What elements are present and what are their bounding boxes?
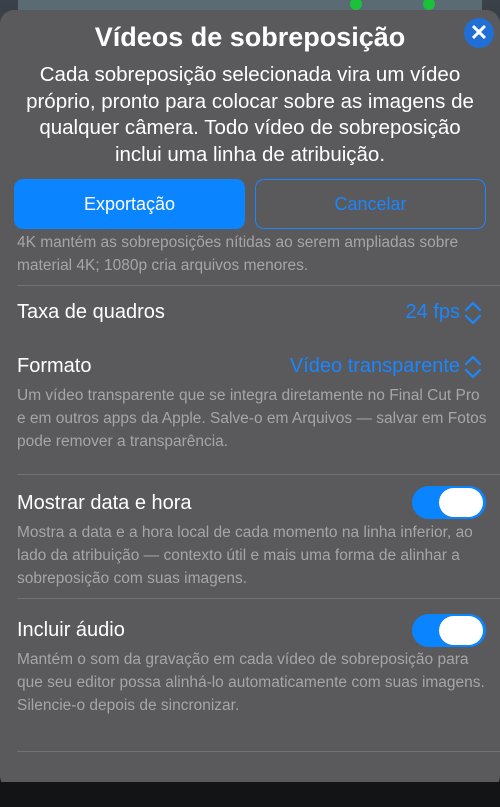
frame-rate-value[interactable]: 24 fps — [406, 301, 460, 324]
frame-rate-label: Taxa de quadros — [17, 301, 165, 323]
toggle-knob — [439, 488, 483, 517]
close-icon: ✕ — [469, 20, 489, 45]
include-audio-label: Incluir áudio — [17, 619, 125, 641]
sheet-title: Vídeos de sobreposição — [94, 22, 406, 52]
resolution-description: 4K mantém as sobreposições nítidas ao se… — [17, 234, 459, 274]
show-datetime-toggle[interactable] — [412, 486, 486, 519]
format-description: Um vídeo transparente que se integra dir… — [17, 387, 487, 450]
action-buttons: Exportação Cancelar — [14, 179, 486, 229]
toggle-knob — [439, 616, 483, 645]
background-camera-image-bottom — [0, 782, 500, 807]
chevron-up-down-icon[interactable] — [463, 354, 483, 380]
divider — [17, 751, 500, 752]
divider — [17, 474, 500, 475]
show-datetime-label: Mostrar data e hora — [17, 492, 192, 514]
close-button[interactable]: ✕ — [464, 18, 494, 48]
show-datetime-description: Mostra a data e a hora local de cada mom… — [17, 524, 473, 587]
format-label: Formato — [17, 355, 92, 377]
divider — [17, 285, 500, 286]
chevron-up-down-icon[interactable] — [463, 300, 483, 326]
include-audio-toggle[interactable] — [412, 614, 486, 647]
sheet-subtitle: Cada sobreposição selecionada vira um ví… — [26, 63, 474, 166]
background-marker — [350, 0, 362, 10]
include-audio-description: Mantém o som da gravação em cada vídeo d… — [17, 651, 485, 714]
export-button[interactable]: Exportação — [14, 179, 245, 229]
background-marker — [423, 0, 435, 10]
settings-scroll-area[interactable]: 4K mantém as sobreposições nítidas ao se… — [0, 229, 500, 764]
overlay-videos-sheet: Vídeos de sobreposição ✕ Cada sobreposiç… — [0, 10, 500, 790]
divider — [17, 598, 500, 599]
cancel-button[interactable]: Cancelar — [255, 179, 486, 229]
format-value[interactable]: Vídeo transparente — [290, 355, 460, 378]
